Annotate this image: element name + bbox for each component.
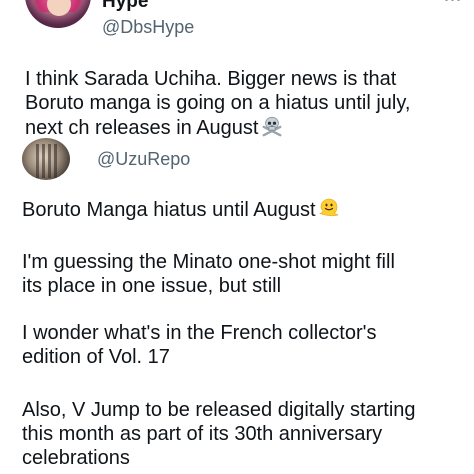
quoted-text-fragment: Boruto Manga hiatus until August: [22, 199, 316, 221]
quoted-paragraph-1: Boruto Manga hiatus until August: [22, 195, 341, 221]
avatar-main-author[interactable]: [25, 0, 91, 28]
tweet-text: I think Sarada Uchiha. Bigger news is th…: [25, 67, 410, 139]
quoted-text-line: Boruto Manga hiatus until August: [22, 195, 341, 221]
melting-face-icon: [318, 198, 339, 217]
quoted-author-handle[interactable]: @UzuRepo: [97, 149, 190, 170]
tweet-text-line: next ch releases in August: [25, 115, 410, 139]
quoted-text-line: edition of Vol. 17: [22, 346, 170, 368]
more-options-icon[interactable]: [445, 0, 460, 1]
quoted-text-line: this month as part of its 30th anniversa…: [22, 423, 383, 445]
tweet-text-fragment: next ch releases in August: [25, 117, 259, 139]
quoted-text-line: its place in one issue, but still: [22, 275, 282, 297]
tweet-text-line: I think Sarada Uchiha. Bigger news is th…: [25, 68, 397, 90]
quoted-text-line: celebrations: [22, 447, 130, 469]
quoted-text-line: I wonder what's in the French collector'…: [22, 322, 377, 344]
author-display-name[interactable]: Hype: [102, 0, 148, 13]
avatar-face-shape: [47, 0, 71, 16]
author-handle[interactable]: @DbsHype: [102, 17, 194, 38]
avatar-pattern: [36, 144, 58, 178]
tweet-text-line: Boruto manga is going on a hiatus until …: [25, 92, 411, 114]
quoted-paragraph-4: Also, V Jump to be released digitally st…: [22, 398, 416, 470]
quoted-paragraph-2: I'm guessing the Minato one-shot might f…: [22, 250, 395, 298]
quoted-paragraph-3: I wonder what's in the French collector'…: [22, 321, 376, 369]
quoted-text-line: Also, V Jump to be released digitally st…: [22, 399, 416, 421]
avatar-quoted-author[interactable]: [22, 138, 70, 180]
skull-and-crossbones-icon: [263, 116, 282, 137]
quoted-text-line: I'm guessing the Minato one-shot might f…: [22, 251, 395, 273]
